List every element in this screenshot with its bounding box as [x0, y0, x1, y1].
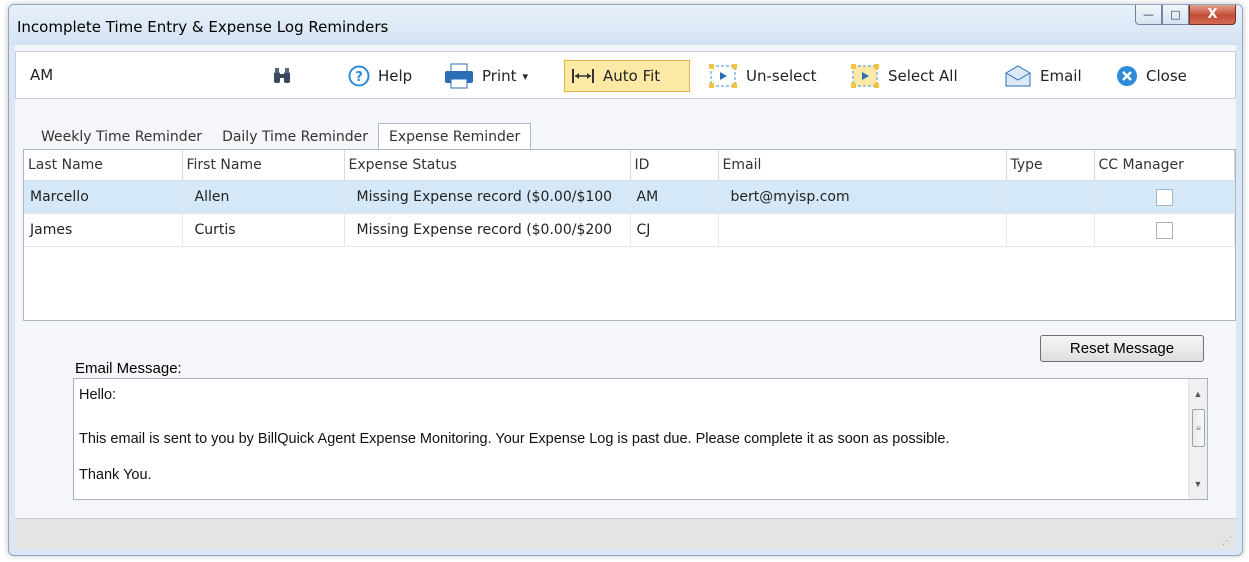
cell-id[interactable]: CJ [630, 213, 719, 247]
cell-first-name[interactable]: Allen [182, 180, 345, 214]
column-header-email[interactable]: Email [718, 150, 1007, 181]
auto-fit-label: Auto Fit [603, 67, 661, 85]
cell-email[interactable] [718, 213, 1007, 247]
title-bar[interactable]: Incomplete Time Entry & Expense Log Remi… [9, 5, 1242, 45]
cell-cc-manager [1094, 213, 1235, 247]
scroll-down-arrow-icon[interactable]: ▼ [1189, 475, 1207, 493]
print-dropdown-arrow[interactable]: ▾ [523, 70, 529, 83]
reset-message-button[interactable]: Reset Message [1040, 335, 1204, 362]
scroll-up-arrow-icon[interactable]: ▲ [1189, 385, 1207, 403]
table-row[interactable]: James Curtis Missing Expense record ($0.… [24, 213, 1235, 247]
select-all-label: Select All [888, 67, 958, 85]
email-scrollbar[interactable]: ▲ ≡ ▼ [1188, 379, 1207, 499]
toolbar: AM ? Help Print ▾ Auto Fit Un-select Sel… [15, 51, 1236, 99]
minimize-button[interactable]: — [1135, 5, 1162, 25]
printer-icon [444, 63, 474, 89]
select-all-icon [850, 63, 880, 89]
reminder-grid: Last Name First Name Expense Status ID E… [23, 149, 1236, 321]
grid-header-row: Last Name First Name Expense Status ID E… [24, 150, 1235, 181]
cell-email[interactable]: bert@myisp.com [718, 180, 1007, 214]
select-all-button[interactable]: Select All [850, 60, 958, 92]
cell-last-name[interactable]: James [24, 213, 183, 247]
cell-type[interactable] [1006, 180, 1095, 214]
email-message-textarea[interactable]: Hello: This email is sent to you by Bill… [73, 378, 1208, 500]
cell-id[interactable]: AM [630, 180, 719, 214]
column-header-id[interactable]: ID [630, 150, 719, 181]
column-header-type[interactable]: Type [1006, 150, 1095, 181]
column-header-last-name[interactable]: Last Name [24, 150, 183, 181]
email-label: Email [1040, 67, 1082, 85]
client-area: AM ? Help Print ▾ Auto Fit Un-select Sel… [15, 45, 1236, 549]
envelope-icon [1004, 64, 1032, 88]
column-header-cc-manager[interactable]: CC Manager [1094, 150, 1235, 181]
auto-fit-icon [571, 67, 595, 85]
tab-daily-time-reminder[interactable]: Daily Time Reminder [212, 125, 378, 151]
find-button[interactable] [272, 60, 300, 92]
tab-expense-reminder[interactable]: Expense Reminder [378, 123, 532, 149]
print-label: Print [482, 67, 517, 85]
close-button[interactable]: Close [1116, 60, 1187, 92]
binoculars-icon [272, 67, 292, 85]
unselect-button[interactable]: Un-select [708, 60, 816, 92]
help-icon: ? [348, 65, 370, 87]
unselect-icon [708, 63, 738, 89]
column-header-first-name[interactable]: First Name [182, 150, 345, 181]
email-line-signoff: Thank You. [79, 467, 152, 483]
close-label: Close [1146, 67, 1187, 85]
cell-expense-status[interactable]: Missing Expense record ($0.00/$100 [344, 180, 631, 214]
cell-last-name[interactable]: Marcello [24, 180, 183, 214]
email-line-body: This email is sent to you by BillQuick A… [79, 431, 950, 447]
auto-fit-button[interactable]: Auto Fit [564, 60, 690, 92]
close-window-button[interactable]: X [1189, 5, 1236, 25]
email-message-label: Email Message: [75, 360, 182, 377]
cell-expense-status[interactable]: Missing Expense record ($0.00/$200 [344, 213, 631, 247]
cell-type[interactable] [1006, 213, 1095, 247]
scroll-thumb[interactable]: ≡ [1192, 409, 1205, 447]
window-title: Incomplete Time Entry & Expense Log Remi… [17, 18, 389, 36]
tab-weekly-time-reminder[interactable]: Weekly Time Reminder [31, 125, 212, 151]
print-button[interactable]: Print ▾ [444, 60, 528, 92]
resize-grip-icon[interactable]: ⋰ [1222, 536, 1232, 547]
email-button[interactable]: Email [1004, 60, 1082, 92]
cc-manager-checkbox[interactable] [1155, 221, 1173, 239]
cell-first-name[interactable]: Curtis [182, 213, 345, 247]
main-window: Incomplete Time Entry & Expense Log Remi… [8, 4, 1243, 556]
help-label: Help [378, 67, 413, 85]
cell-cc-manager [1094, 180, 1235, 214]
help-button[interactable]: ? Help [348, 60, 412, 92]
cc-manager-checkbox[interactable] [1155, 188, 1173, 206]
column-header-expense-status[interactable]: Expense Status [344, 150, 631, 181]
email-line-greeting: Hello: [79, 387, 117, 403]
close-circle-icon [1116, 65, 1138, 87]
unselect-label: Un-select [746, 67, 817, 85]
svg-text:?: ? [355, 70, 363, 85]
tab-strip: Weekly Time Reminder Daily Time Reminder… [31, 123, 532, 151]
search-input[interactable]: AM [30, 66, 53, 84]
window-controls: — □ X [1135, 5, 1236, 27]
table-row[interactable]: Marcello Allen Missing Expense record ($… [24, 180, 1235, 214]
maximize-button[interactable]: □ [1162, 5, 1189, 25]
status-bar: ⋰ [15, 518, 1236, 549]
